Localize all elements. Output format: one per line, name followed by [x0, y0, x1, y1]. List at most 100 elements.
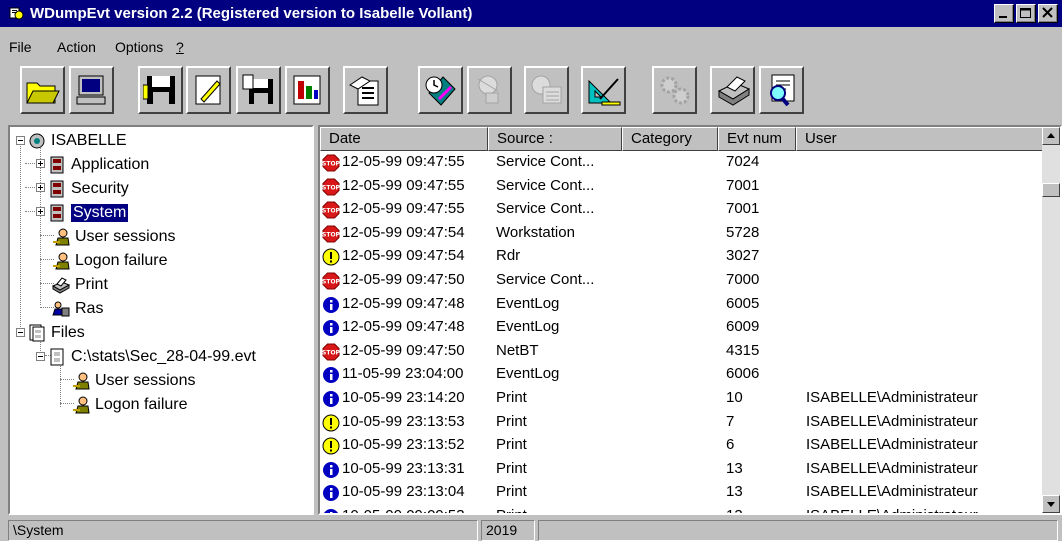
tree-node-user-sessions[interactable]: User sessions [52, 225, 175, 249]
table-row[interactable]: 10-05-99 23:14:20 Print 10 ISABELLE\Adminis… [320, 387, 1044, 410]
scroll-thumb[interactable] [1042, 183, 1060, 197]
tree-node-system[interactable]: System [48, 201, 129, 225]
expander-system[interactable] [36, 207, 45, 216]
expander-file[interactable] [36, 352, 45, 361]
table-row[interactable]: STOP 12-05-99 09:47:54 Workstation 5728 [320, 222, 1044, 245]
ruler-icon [588, 78, 620, 106]
column-header-user[interactable]: User [796, 127, 1044, 151]
tree-panel[interactable]: ISABELLE Application Security System Use… [8, 125, 314, 515]
user-key-icon [73, 396, 90, 414]
table-row[interactable]: STOP 12-05-99 09:47:50 Service Cont... 7000 [320, 269, 1044, 292]
cell-evt-num: 6009 [726, 318, 760, 336]
cell-date: 12-05-99 09:47:54 [342, 223, 465, 241]
expander-security[interactable] [36, 183, 45, 192]
status-bar: \System 2019 [0, 518, 1062, 541]
edit-icon [195, 75, 221, 105]
expander-files[interactable] [16, 328, 25, 337]
warning-icon [322, 437, 340, 455]
tree-node-file-logon-failure[interactable]: Logon failure [72, 393, 188, 417]
tree-node-files[interactable]: Files [28, 321, 85, 345]
column-header-source[interactable]: Source : [488, 127, 622, 151]
tree-node-file[interactable]: C:\stats\Sec_28-04-99.evt [48, 345, 256, 369]
user-key-icon [53, 252, 70, 270]
calendar-button[interactable] [524, 66, 569, 114]
scroll-up-button[interactable] [1042, 127, 1060, 145]
table-row[interactable]: 11-05-99 23:04:00 EventLog 6006 [320, 363, 1044, 386]
table-row[interactable]: 10-05-99 23:13:52 Print 6 ISABELLE\Administ… [320, 434, 1044, 457]
event-list[interactable]: Date Source : Category Evt num User STOP… [318, 125, 1062, 515]
cell-source: Service Cont... [496, 271, 595, 288]
cell-source: Print [496, 507, 527, 513]
printer-icon [52, 277, 70, 294]
computer-button[interactable] [69, 66, 114, 114]
menu-file[interactable]: File [9, 39, 32, 55]
column-header-date[interactable]: Date [320, 127, 488, 151]
title-bar[interactable]: WDumpEvt version 2.2 (Registered version… [0, 0, 1062, 27]
scroll-down-button[interactable] [1042, 495, 1060, 513]
maximize-button[interactable] [1016, 4, 1036, 23]
info-icon [323, 367, 339, 384]
table-row[interactable]: 12-05-99 09:47:48 EventLog 6009 [320, 316, 1044, 339]
cell-source: Print [496, 389, 527, 406]
close-icon [1042, 7, 1053, 18]
vertical-scrollbar[interactable] [1042, 127, 1060, 513]
print-button[interactable] [710, 66, 755, 114]
maximize-icon [1020, 8, 1031, 18]
table-row[interactable]: STOP 12-05-99 09:47:55 Service Cont... 7024 [320, 151, 1044, 174]
properties-button[interactable] [343, 66, 388, 114]
save-button[interactable] [138, 66, 183, 114]
cell-evt-num: 7001 [726, 200, 760, 218]
table-row[interactable]: STOP 12-05-99 09:47:55 Service Cont... 7001 [320, 198, 1044, 221]
tree-node-logon-failure[interactable]: Logon failure [52, 249, 168, 273]
ruler-button[interactable] [581, 66, 626, 114]
info-icon [323, 296, 339, 313]
menu-action[interactable]: Action [57, 39, 96, 55]
close-button[interactable] [1038, 4, 1058, 23]
minimize-button[interactable] [994, 4, 1014, 23]
window-title: WDumpEvt version 2.2 (Registered version… [30, 5, 473, 22]
schedule-button[interactable] [418, 66, 463, 114]
edit-button[interactable] [186, 66, 231, 114]
table-row[interactable]: STOP 12-05-99 09:47:50 NetBT 4315 [320, 340, 1044, 363]
tree-label-user-sessions: User sessions [75, 228, 176, 245]
menu-help[interactable]: ? [176, 39, 184, 55]
tree-node-ras[interactable]: Ras [52, 297, 103, 321]
info-icon [323, 391, 339, 407]
tree-label-root: ISABELLE [51, 132, 127, 149]
column-header-category[interactable]: Category [622, 127, 718, 151]
table-row[interactable]: 10-05-99 09:09:53 Print 13 ISABELLE\Adminis… [320, 505, 1044, 513]
table-row[interactable]: STOP 12-05-99 09:47:55 Service Cont... 7001 [320, 175, 1044, 198]
open-folder-icon [25, 82, 60, 104]
svg-text:STOP: STOP [322, 208, 340, 215]
table-row[interactable]: 10-05-99 23:13:31 Print 13 ISABELLE\Adminis… [320, 458, 1044, 481]
stamp-button[interactable] [467, 66, 512, 114]
column-header-evt-num[interactable]: Evt num [718, 127, 796, 151]
cell-user: ISABELLE\Administrateur [806, 507, 978, 513]
table-row[interactable]: 12-05-99 09:47:54 Rdr 3027 [320, 245, 1044, 268]
log-book-icon [50, 156, 64, 174]
info-icon [323, 461, 339, 478]
tree-node-file-user-sessions[interactable]: User sessions [72, 369, 195, 393]
cell-date: 11-05-99 23:04:00 [342, 365, 464, 383]
expander-application[interactable] [36, 159, 45, 168]
tree-node-root[interactable]: ISABELLE [28, 129, 127, 153]
cell-date: 12-05-99 09:47:48 [342, 294, 465, 312]
table-row[interactable]: 12-05-99 09:47:48 EventLog 6005 [320, 293, 1044, 316]
cell-date: 10-05-99 23:13:53 [342, 412, 465, 430]
arrow-down-icon [1047, 502, 1055, 507]
preview-button[interactable] [759, 66, 804, 114]
table-row[interactable]: 10-05-99 23:13:53 Print 7 ISABELLE\Administ… [320, 411, 1044, 434]
table-row[interactable]: 10-05-99 23:13:04 Print 13 ISABELLE\Adminis… [320, 481, 1044, 504]
tree-node-security[interactable]: Security [48, 177, 129, 201]
cell-user: ISABELLE\Administrateur [806, 483, 978, 501]
gears-button[interactable] [652, 66, 697, 114]
cell-source: Workstation [496, 223, 575, 241]
cell-date: 10-05-99 23:14:20 [342, 389, 465, 406]
expander-root[interactable] [16, 136, 25, 145]
tree-node-application[interactable]: Application [48, 153, 149, 177]
menu-options[interactable]: Options [115, 39, 163, 55]
save-as-button[interactable] [236, 66, 281, 114]
report-button[interactable] [285, 66, 330, 114]
tree-node-print[interactable]: Print [52, 273, 108, 297]
open-button[interactable] [20, 66, 65, 114]
